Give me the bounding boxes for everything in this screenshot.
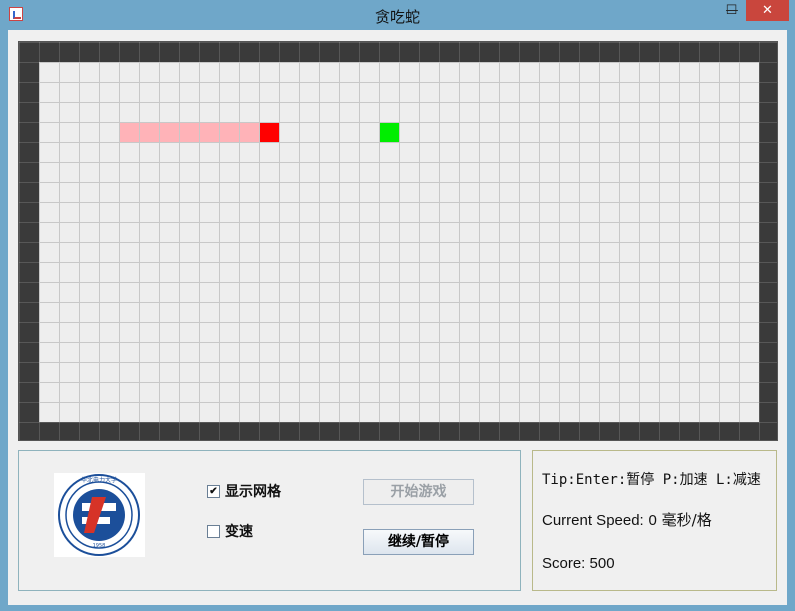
maximize-button[interactable]: ☐ xyxy=(718,0,745,21)
game-board xyxy=(18,41,778,441)
show-grid-label: 显示网格 xyxy=(225,484,281,500)
speed-value: 0 xyxy=(648,512,657,529)
university-logo: 1958 华北电力大学 xyxy=(54,473,145,557)
close-button[interactable]: ✕ xyxy=(746,0,789,21)
window-title: 贪吃蛇 xyxy=(374,8,420,26)
pause-resume-button[interactable]: 继续/暂停 xyxy=(363,529,474,555)
play-field xyxy=(39,62,759,422)
tip-text: Tip:Enter:暂停 P:加速 L:减速 xyxy=(542,472,761,488)
speed-change-checkbox[interactable]: 变速 xyxy=(207,521,253,541)
score-value: 500 xyxy=(589,555,615,572)
snake-body-segment xyxy=(160,123,179,142)
main-window: 1958 华北电力大学 ✔ 显示网格 变速 开始游戏 继续/暂停 Tip:Ente… xyxy=(8,30,787,605)
score-readout: Score: 500 xyxy=(542,555,615,572)
food-item xyxy=(380,123,399,142)
svg-text:华北电力大学: 华北电力大学 xyxy=(81,476,117,484)
snake-body-segment xyxy=(120,123,139,142)
status-panel: Tip:Enter:暂停 P:加速 L:减速 Current Speed: 0 … xyxy=(532,450,777,591)
speed-unit: 毫秒/格 xyxy=(661,511,712,529)
score-label: Score: xyxy=(542,555,586,572)
snake-head xyxy=(260,123,279,142)
snake-body-segment xyxy=(240,123,259,142)
snake-body-segment xyxy=(200,123,219,142)
speed-change-check-icon[interactable] xyxy=(207,524,220,538)
show-grid-checkbox[interactable]: ✔ 显示网格 xyxy=(207,481,281,501)
control-panel: 1958 华北电力大学 ✔ 显示网格 变速 开始游戏 继续/暂停 xyxy=(18,450,521,591)
snake-body-segment xyxy=(140,123,159,142)
show-grid-check-icon[interactable]: ✔ xyxy=(207,484,220,498)
speed-label: Current Speed: xyxy=(542,512,644,529)
speed-readout: Current Speed: 0 毫秒/格 xyxy=(542,509,712,530)
title-bar: 贪吃蛇 — ☐ ✕ xyxy=(0,0,795,30)
speed-change-label: 变速 xyxy=(225,524,253,540)
start-game-button[interactable]: 开始游戏 xyxy=(363,479,474,505)
snake-body-segment xyxy=(180,123,199,142)
svg-text:1958: 1958 xyxy=(93,543,106,549)
snake-body-segment xyxy=(220,123,239,142)
